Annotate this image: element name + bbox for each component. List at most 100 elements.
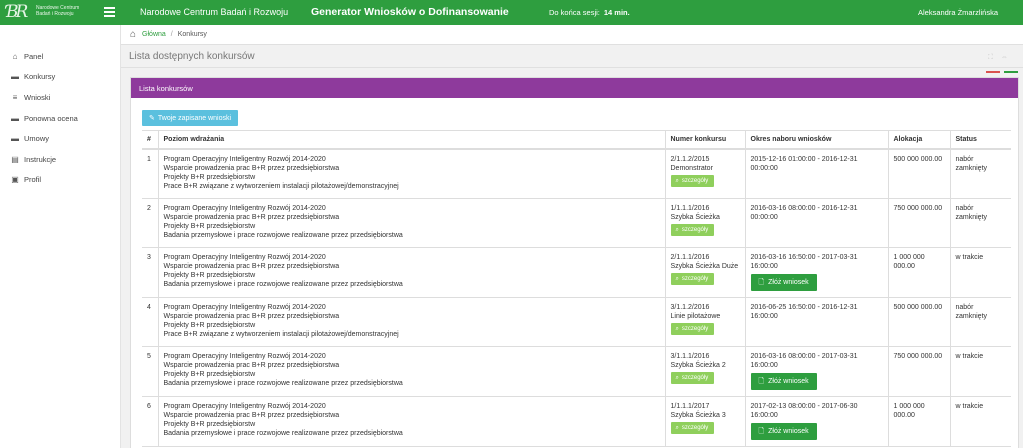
search-icon: ⌕ bbox=[675, 424, 679, 431]
sidebar-item-konkursy[interactable]: ▬ Konkursy bbox=[0, 67, 120, 88]
competition-name: Linie pilotażowe bbox=[670, 312, 721, 320]
level-line: Projekty B+R przedsiębiorstw bbox=[163, 222, 256, 230]
period-line: 2016-03-16 16:50:00 - 2017-03-31 bbox=[750, 254, 858, 262]
details-button[interactable]: ⌕ szczegóły bbox=[670, 273, 715, 286]
competition-number: 2/1.1.2/2015 bbox=[670, 155, 710, 163]
col-header-level[interactable]: Poziom wdrażania bbox=[157, 130, 665, 150]
competition-number: 3/1.1.2/2016 bbox=[670, 303, 710, 311]
sidebar-item-wnioski[interactable]: ≡ Wnioski bbox=[0, 87, 120, 108]
sidebar-item-panel[interactable]: ⌂ Panel bbox=[0, 46, 120, 67]
level-line: Badania przemysłowe i prace rozwojowe re… bbox=[163, 231, 403, 239]
search-icon: ⌕ bbox=[675, 177, 679, 184]
details-label: szczegóły bbox=[681, 276, 709, 283]
level-line: Wsparcie prowadzenia prac B+R przez prze… bbox=[163, 263, 340, 271]
level-line: Program Operacyjny Inteligentny Rozwój 2… bbox=[163, 254, 326, 262]
row-allocation: 750 000 000.00 bbox=[887, 346, 950, 397]
session-timer: Do końca sesji: 14 min. bbox=[549, 8, 630, 17]
sidebar-item-label: Umowy bbox=[24, 134, 50, 144]
status-badge: w trakcie bbox=[955, 353, 984, 361]
sidebar-item-ponowna-ocena[interactable]: ▬ Ponowna ocena bbox=[0, 108, 120, 129]
level-line: Program Operacyjny Inteligentny Rozwój 2… bbox=[163, 204, 326, 212]
search-icon: ⌕ bbox=[675, 325, 679, 332]
submit-application-button[interactable]: 🗋 Złóż wniosek bbox=[750, 274, 817, 292]
logo-text: Narodowe Centrum Badań i Rozwoju bbox=[36, 5, 79, 17]
level-line: Badania przemysłowe i prace rozwojowe re… bbox=[163, 380, 403, 388]
table-row: 3 Program Operacyjny Inteligentny Rozwój … bbox=[142, 247, 1011, 298]
saved-applications-button[interactable]: ✎ Twoje zapisane wnioski bbox=[142, 110, 239, 126]
row-competition: 1/1.1.1/2016 Szybka Ścieżka ⌕ szczegóły bbox=[664, 198, 745, 249]
sidebar-item-label: Instrukcje bbox=[24, 154, 57, 164]
row-competition: 2/1.1.2/2015 Demonstrator ⌕ szczegóły bbox=[664, 148, 745, 199]
breadcrumb-home-link[interactable]: Główna bbox=[142, 31, 166, 38]
table-row: 2 Program Operacyjny Inteligentny Rozwój … bbox=[142, 198, 1011, 249]
app-title: Generator Wniosków o Dofinansowanie bbox=[311, 6, 509, 18]
competition-number: 1/1.1.1/2017 bbox=[670, 402, 710, 410]
page-title: Lista dostępnych konkursów bbox=[129, 51, 255, 62]
period-line: 2015-12-16 01:00:00 - 2016-12-31 bbox=[750, 155, 858, 163]
row-status: nabór zamknięty bbox=[949, 297, 1011, 348]
level-line: Badania przemysłowe i prace rozwojowe re… bbox=[163, 281, 403, 289]
sidebar-item-label: Ponowna ocena bbox=[24, 113, 78, 123]
details-label: szczegóły bbox=[681, 375, 709, 382]
level-line: Prace B+R związane z wytworzeniem instal… bbox=[163, 330, 399, 338]
details-button[interactable]: ⌕ szczegóły bbox=[670, 372, 715, 385]
table-row: 4 Program Operacyjny Inteligentny Rozwój … bbox=[142, 297, 1011, 348]
col-header-allocation[interactable]: Alokacja bbox=[887, 130, 950, 150]
details-button[interactable]: ⌕ szczegóły bbox=[670, 322, 715, 335]
top-bar: ƁR Narodowe Centrum Badań i Rozwoju Naro… bbox=[0, 0, 1023, 25]
row-allocation: 1 000 000 000.00 bbox=[887, 396, 950, 447]
sidebar-item-label: Konkursy bbox=[24, 72, 56, 82]
status-badge-line2: zamknięty bbox=[955, 164, 988, 172]
period-line: 16:00:00 bbox=[750, 362, 778, 370]
details-button[interactable]: ⌕ szczegóły bbox=[670, 421, 715, 434]
competition-name: Szybka Ścieżka bbox=[670, 213, 720, 221]
submit-application-button[interactable]: 🗋 Złóż wniosek bbox=[750, 373, 817, 391]
table-row: 1 Program Operacyjny Inteligentny Rozwój … bbox=[142, 148, 1011, 199]
user-name[interactable]: Aleksandra Żmarzlińska bbox=[918, 8, 998, 17]
level-line: Projekty B+R przedsiębiorstw bbox=[163, 321, 256, 329]
status-badge: nabór bbox=[955, 155, 974, 163]
row-status: nabór zamknięty bbox=[949, 198, 1011, 249]
details-button[interactable]: ⌕ szczegóły bbox=[670, 174, 715, 187]
submit-application-button[interactable]: 🗋 Złóż wniosek bbox=[750, 422, 817, 440]
row-competition: 3/1.1.2/2016 Linie pilotażowe ⌕ szczegóły bbox=[664, 297, 745, 348]
ncbr-logo[interactable]: ƁR Narodowe Centrum Badań i Rozwoju bbox=[6, 3, 92, 22]
row-period: 2016-03-16 08:00:00 - 2016-12-31 00:00:00 bbox=[744, 198, 888, 249]
sidebar-item-profil[interactable]: ▣ Profil bbox=[0, 170, 120, 191]
row-level: Program Operacyjny Inteligentny Rozwój 2… bbox=[157, 297, 665, 348]
col-header-period[interactable]: Okres naboru wniosków bbox=[744, 130, 888, 150]
row-status: w trakcie bbox=[949, 247, 1011, 298]
row-index: 3 bbox=[142, 247, 158, 298]
col-header-index[interactable]: # bbox=[142, 130, 158, 150]
session-time: 14 min. bbox=[603, 8, 630, 17]
submit-label: Złóż wniosek bbox=[768, 427, 809, 435]
row-period: 2016-06-25 16:50:00 - 2016-12-31 16:00:00 bbox=[744, 297, 888, 348]
row-period: 2016-03-16 16:50:00 - 2017-03-31 16:00:00… bbox=[744, 247, 888, 298]
sidebar-item-instrukcje[interactable]: ▤ Instrukcje bbox=[0, 149, 120, 170]
period-line: 16:00:00 bbox=[750, 263, 778, 271]
row-index: 6 bbox=[142, 396, 158, 447]
color-accent-lines bbox=[986, 66, 1023, 73]
period-line: 00:00:00 bbox=[750, 164, 778, 172]
level-line: Program Operacyjny Inteligentny Rozwój 2… bbox=[163, 155, 326, 163]
submit-label: Złóż wniosek bbox=[768, 378, 809, 386]
row-level: Program Operacyjny Inteligentny Rozwój 2… bbox=[157, 247, 665, 298]
org-name: Narodowe Centrum Badań i Rozwoju bbox=[140, 7, 289, 17]
level-line: Wsparcie prowadzenia prac B+R przez prze… bbox=[163, 213, 340, 221]
home-icon[interactable]: ⌂ bbox=[130, 29, 136, 40]
status-badge-line2: zamknięty bbox=[955, 213, 988, 221]
level-line: Program Operacyjny Inteligentny Rozwój 2… bbox=[163, 353, 326, 361]
home-icon: ⌂ bbox=[12, 51, 18, 61]
row-index: 2 bbox=[142, 198, 158, 249]
menu-toggle-icon[interactable] bbox=[104, 7, 115, 17]
details-button[interactable]: ⌕ szczegóły bbox=[670, 223, 715, 236]
col-header-status[interactable]: Status bbox=[949, 130, 1011, 150]
folder-icon: ▬ bbox=[11, 134, 19, 144]
sidebar-item-umowy[interactable]: ▬ Umowy bbox=[0, 128, 120, 149]
col-header-number[interactable]: Numer konkursu bbox=[664, 130, 745, 150]
status-badge: nabór bbox=[955, 303, 974, 311]
level-line: Projekty B+R przedsiębiorstw bbox=[163, 272, 256, 280]
expand-icon[interactable]: ⛶ ⇔ bbox=[988, 54, 1011, 62]
sidebar-item-label: Wnioski bbox=[24, 92, 51, 102]
table-header-row: # Poziom wdrażania Numer konkursu Okres … bbox=[142, 130, 1011, 150]
